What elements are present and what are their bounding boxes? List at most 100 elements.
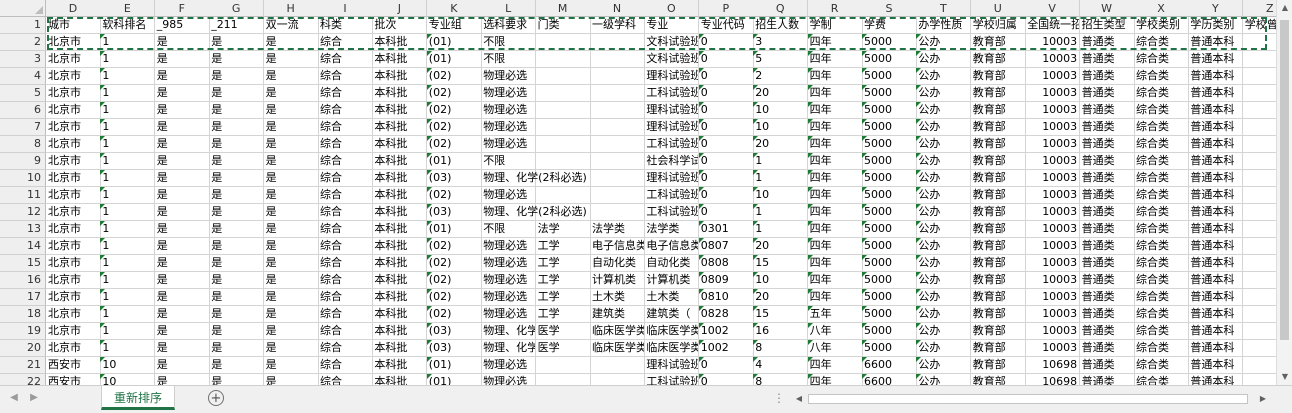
column-header-y[interactable]: Y — [1188, 0, 1244, 17]
data-cell[interactable]: 普通本科 — [1188, 170, 1244, 187]
prev-sheet-icon[interactable]: ◀ — [8, 392, 20, 403]
data-cell[interactable]: 0 — [698, 119, 754, 136]
data-cell[interactable]: 是 — [209, 323, 265, 340]
header-cell[interactable]: 批次 — [372, 17, 428, 34]
data-cell[interactable]: 本科批 — [372, 204, 428, 221]
data-cell[interactable]: 0 — [698, 102, 754, 119]
header-cell[interactable]: 学费 — [862, 17, 917, 34]
data-cell[interactable]: 综合类 — [1134, 289, 1189, 306]
data-cell[interactable]: 1 — [100, 119, 156, 136]
data-cell[interactable] — [535, 119, 591, 136]
data-cell[interactable]: 是 — [154, 119, 210, 136]
data-cell[interactable] — [536, 374, 591, 385]
data-cell[interactable]: 普通类 — [1079, 34, 1135, 51]
data-cell[interactable]: 综合类 — [1134, 34, 1189, 51]
row-header[interactable]: 13 — [0, 221, 46, 238]
data-cell[interactable]: 工学 — [535, 255, 591, 272]
data-cell[interactable]: 普通本科 — [1188, 51, 1244, 68]
data-cell[interactable]: 物理必选 — [481, 272, 537, 289]
data-cell[interactable]: 1 — [100, 102, 156, 119]
data-cell[interactable]: 工科试验班 — [644, 374, 700, 385]
data-cell[interactable] — [590, 85, 645, 102]
data-cell[interactable] — [535, 51, 591, 68]
data-cell[interactable]: 本科批 — [372, 34, 428, 51]
data-cell[interactable]: 北京市 — [46, 289, 101, 306]
row-header[interactable]: 15 — [0, 255, 46, 272]
data-cell[interactable]: 0 — [698, 204, 754, 221]
data-cell[interactable]: 是 — [263, 153, 319, 170]
data-cell[interactable]: 是 — [209, 170, 265, 187]
data-cell[interactable]: 不限 — [481, 221, 537, 238]
data-cell[interactable] — [1242, 153, 1276, 170]
data-cell[interactable]: 普通本科 — [1188, 374, 1244, 385]
data-cell[interactable]: 理科试验班 — [644, 102, 700, 119]
data-cell[interactable]: 0 — [698, 51, 754, 68]
data-cell[interactable]: 普通类 — [1079, 68, 1135, 85]
data-cell[interactable]: 0809 — [698, 272, 754, 289]
data-cell[interactable]: 理科试验班 — [644, 357, 700, 374]
scroll-up-icon[interactable]: ▲ — [1277, 0, 1292, 16]
data-cell[interactable]: 综合类 — [1134, 340, 1189, 357]
data-cell[interactable]: 北京市 — [46, 119, 101, 136]
data-cell[interactable]: 4 — [753, 357, 809, 374]
data-cell[interactable]: 0 — [698, 374, 754, 385]
data-cell[interactable]: 理科试验班 — [644, 170, 700, 187]
data-cell[interactable]: 普通类 — [1079, 51, 1135, 68]
data-cell[interactable]: (02) — [426, 136, 482, 153]
data-cell[interactable]: 5 — [753, 51, 809, 68]
column-header-m[interactable]: M — [535, 0, 591, 17]
data-cell[interactable]: 综合 — [318, 272, 373, 289]
data-cell[interactable]: 北京市 — [46, 34, 101, 51]
header-cell[interactable]: _211 — [209, 17, 265, 34]
data-cell[interactable]: 10698 — [1025, 357, 1081, 374]
data-cell[interactable]: 5000 — [862, 272, 917, 289]
data-cell[interactable]: 临床医学类 — [590, 323, 645, 340]
data-cell[interactable]: 10003 — [1025, 289, 1081, 306]
row-header[interactable]: 18 — [0, 306, 46, 323]
vertical-scrollbar[interactable]: ▲ ▼ — [1276, 0, 1292, 385]
data-cell[interactable]: 四年 — [807, 357, 863, 374]
data-cell[interactable]: 是 — [263, 238, 319, 255]
column-header-l[interactable]: L — [481, 0, 537, 17]
data-cell[interactable]: 公办 — [916, 153, 972, 170]
data-cell[interactable]: 是 — [209, 289, 265, 306]
column-header-i[interactable]: I — [318, 0, 373, 17]
data-cell[interactable]: 是 — [263, 340, 319, 357]
data-cell[interactable] — [535, 85, 591, 102]
row-header[interactable]: 14 — [0, 238, 46, 255]
data-cell[interactable]: 公办 — [916, 374, 972, 385]
data-cell[interactable]: 物理必选 — [481, 357, 537, 374]
data-cell[interactable]: 北京市 — [46, 255, 101, 272]
data-cell[interactable]: 是 — [209, 187, 265, 204]
data-cell[interactable]: 法学 — [535, 221, 591, 238]
data-cell[interactable]: 普通类 — [1079, 119, 1135, 136]
add-sheet-icon[interactable]: + — [208, 390, 224, 406]
data-cell[interactable]: 是 — [209, 306, 265, 323]
data-cell[interactable]: 是 — [154, 34, 210, 51]
data-cell[interactable]: 北京市 — [46, 136, 101, 153]
data-cell[interactable]: 普通本科 — [1188, 289, 1244, 306]
header-cell[interactable]: 选科要求 — [481, 17, 537, 34]
data-cell[interactable]: 公办 — [916, 119, 972, 136]
data-cell[interactable]: 本科批 — [372, 357, 428, 374]
data-cell[interactable]: 四年 — [807, 170, 863, 187]
data-cell[interactable]: 本科批 — [372, 306, 428, 323]
data-cell[interactable]: 10003 — [1025, 323, 1081, 340]
data-cell[interactable]: 是 — [154, 68, 210, 85]
header-cell[interactable]: 学校曾用名 — [1242, 17, 1276, 34]
data-cell[interactable]: 本科批 — [372, 187, 428, 204]
data-cell[interactable]: 综合 — [318, 255, 373, 272]
data-cell[interactable]: 公办 — [916, 221, 972, 238]
column-header-f[interactable]: F — [154, 0, 210, 17]
data-cell[interactable]: 四年 — [807, 136, 863, 153]
data-cell[interactable]: 是 — [264, 374, 319, 385]
data-cell[interactable]: 综合 — [318, 68, 373, 85]
data-cell[interactable]: 是 — [209, 374, 265, 385]
data-cell[interactable]: 5000 — [862, 153, 917, 170]
data-cell[interactable] — [535, 102, 591, 119]
data-cell[interactable]: 是 — [209, 153, 265, 170]
data-cell[interactable]: (02) — [426, 272, 482, 289]
data-cell[interactable] — [535, 68, 591, 85]
header-cell[interactable]: 学校类别 — [1134, 17, 1189, 34]
data-cell[interactable]: 1 — [753, 170, 809, 187]
